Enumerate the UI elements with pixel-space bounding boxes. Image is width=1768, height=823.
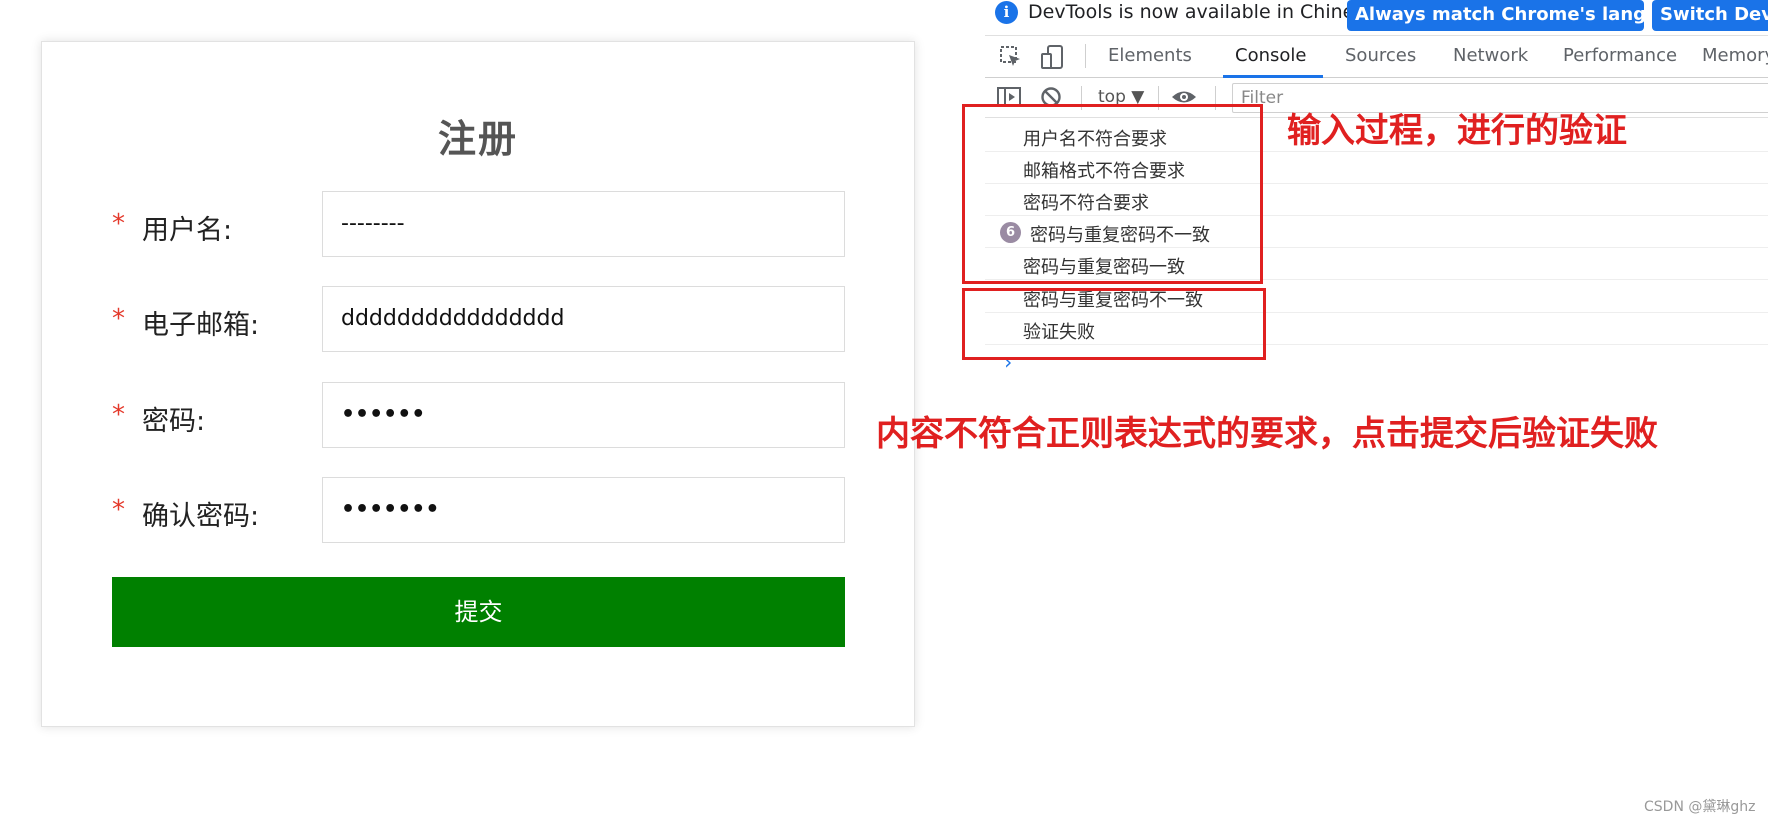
watermark: CSDN @黛琳ghz	[1644, 799, 1756, 815]
always-match-language-button[interactable]: Always match Chrome's language	[1347, 0, 1696, 31]
info-icon: i	[995, 1, 1018, 24]
username-row: * 用户名: --------	[112, 191, 847, 257]
annotation-box-input	[962, 104, 1263, 284]
username-label: 用户名:	[142, 215, 233, 246]
annotation-box-submit	[962, 288, 1266, 360]
toolbar-divider	[1085, 44, 1086, 68]
annotation-input-note: 输入过程，进行的验证	[1287, 111, 1627, 151]
tab-console[interactable]: Console	[1235, 45, 1306, 66]
password-row: * 密码: ••••••	[112, 382, 847, 448]
submit-button[interactable]: 提交	[112, 577, 845, 647]
devtools-language-infobar: i DevTools is now available in Chinese! …	[985, 0, 1768, 31]
required-mark: *	[112, 400, 125, 430]
username-input[interactable]: --------	[322, 191, 845, 257]
register-card: 注册 * 用户名: -------- * 电子邮箱: ddddddddddddd…	[41, 41, 915, 727]
confirm-password-row: * 确认密码: •••••••	[112, 477, 847, 543]
devtools-tabbar: Elements Console Sources Network Perform…	[985, 35, 1768, 78]
email-input[interactable]: dddddddddddddddd	[322, 286, 845, 352]
required-mark: *	[112, 304, 125, 334]
infobar-message: DevTools is now available in Chinese!	[1028, 1, 1384, 23]
tab-network[interactable]: Network	[1453, 45, 1528, 66]
required-mark: *	[112, 209, 125, 239]
tab-performance[interactable]: Performance	[1563, 45, 1677, 66]
password-label: 密码:	[142, 406, 206, 437]
switch-to-chinese-button[interactable]: Switch DevTools to Chinese	[1652, 0, 1768, 31]
confirm-password-label: 确认密码:	[142, 501, 260, 532]
tab-sources[interactable]: Sources	[1345, 45, 1416, 66]
annotation-submit-note: 内容不符合正则表达式的要求，点击提交后验证失败	[876, 414, 1658, 454]
inspect-element-icon[interactable]	[999, 45, 1023, 74]
required-mark: *	[112, 495, 125, 525]
email-label: 电子邮箱:	[142, 310, 260, 341]
email-row: * 电子邮箱: dddddddddddddddd	[112, 286, 847, 352]
page-title: 注册	[437, 117, 518, 161]
tab-memory[interactable]: Memory	[1702, 45, 1768, 66]
password-input[interactable]: ••••••	[322, 382, 845, 448]
tab-elements[interactable]: Elements	[1108, 45, 1192, 66]
confirm-password-input[interactable]: •••••••	[322, 477, 845, 543]
device-toolbar-icon[interactable]	[1041, 45, 1065, 76]
